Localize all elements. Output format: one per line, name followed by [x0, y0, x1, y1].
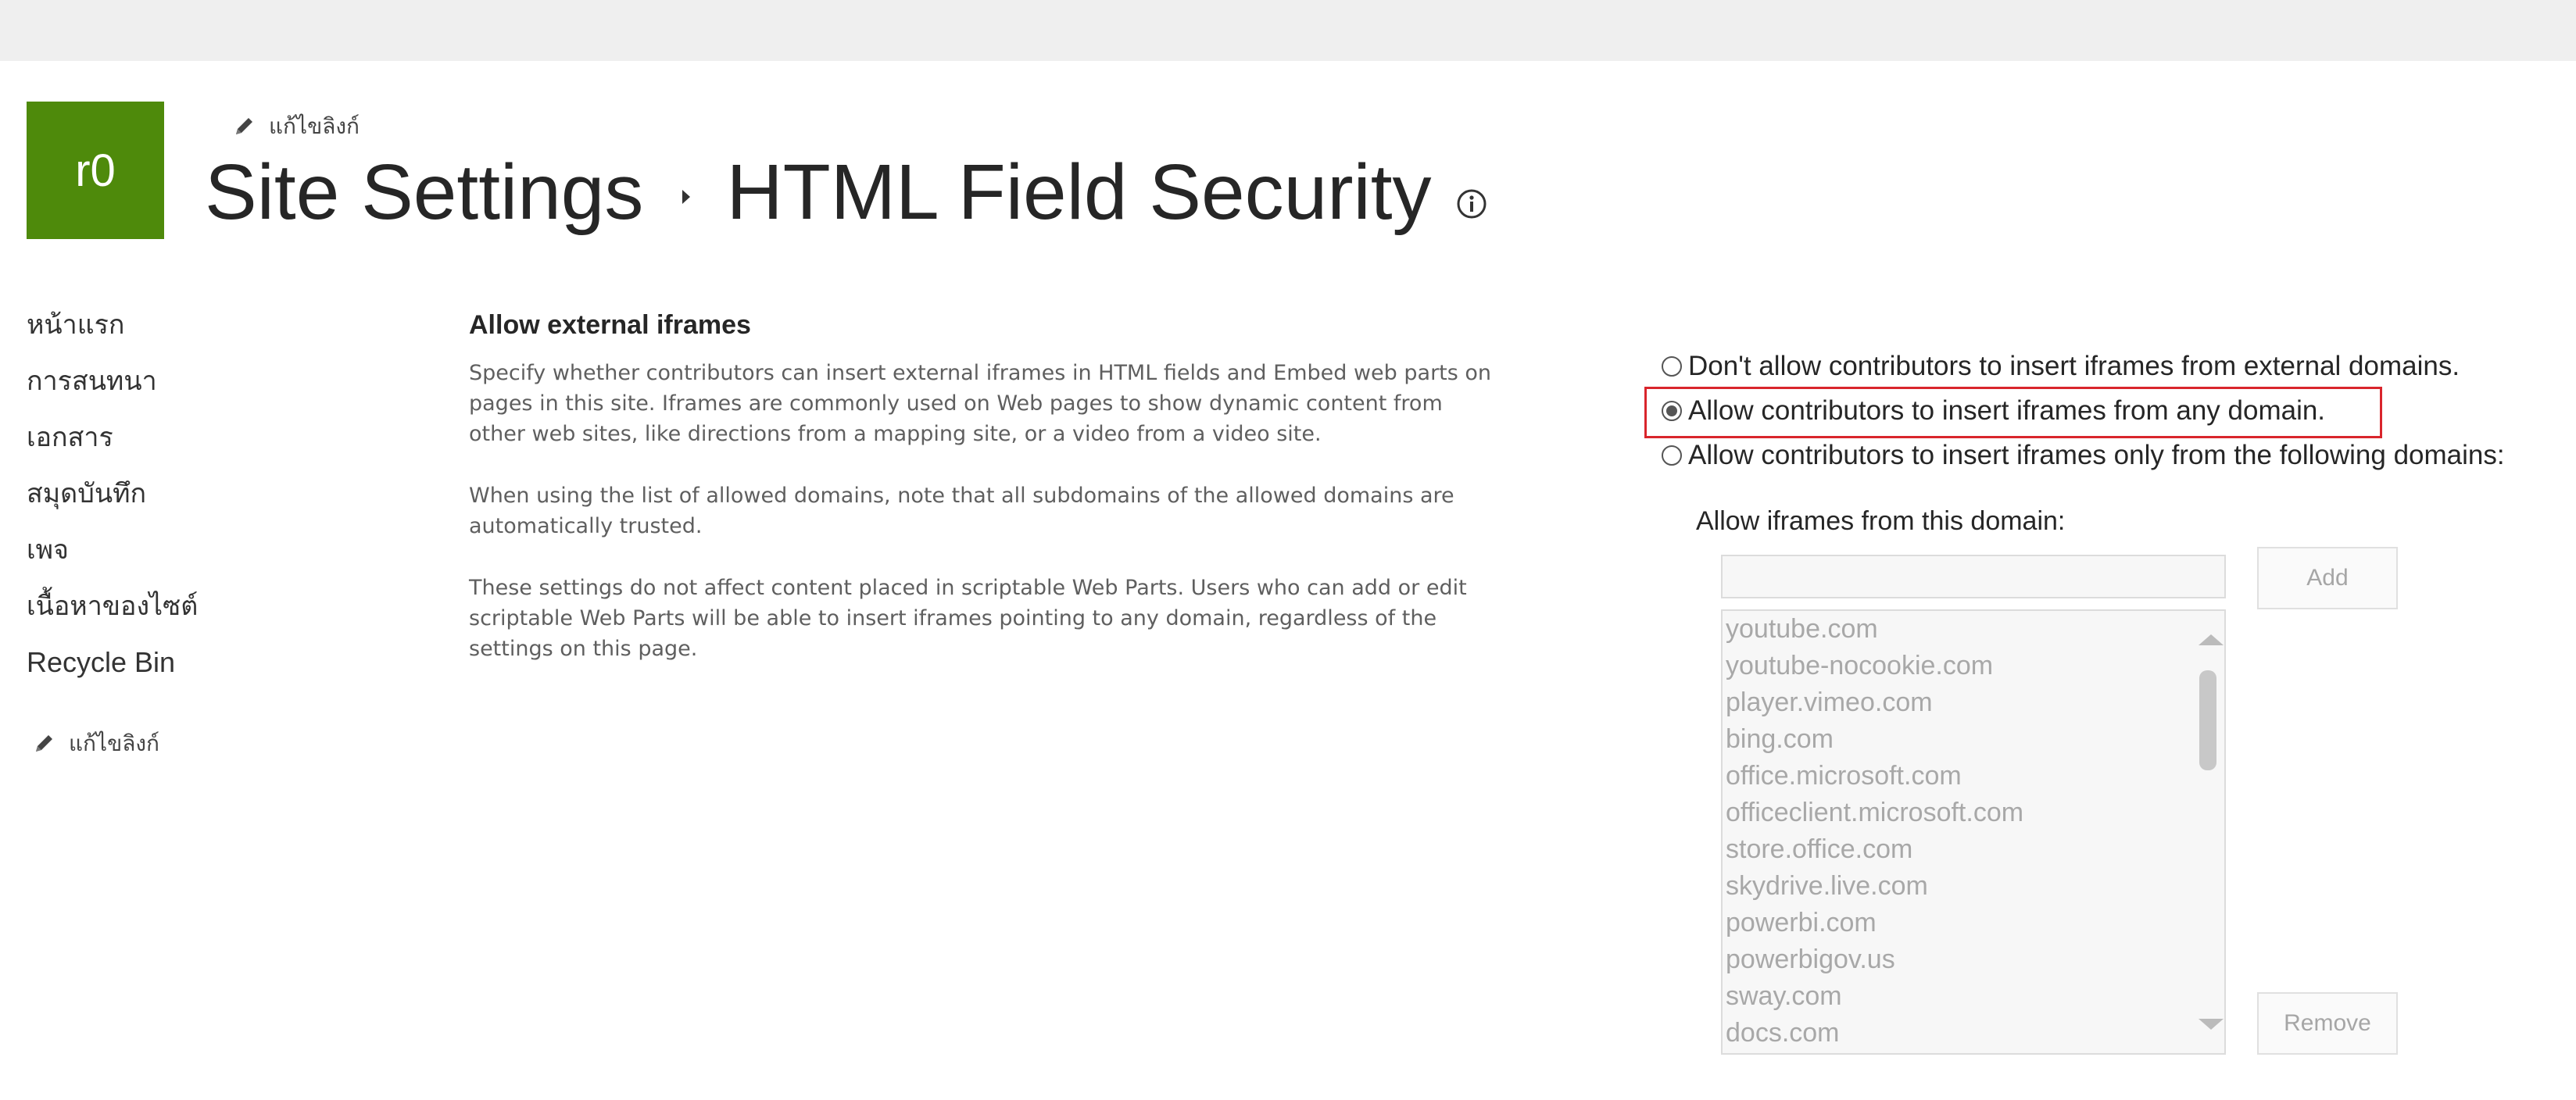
nav-item-notebook[interactable]: สมุดบันทึก — [27, 473, 198, 530]
list-item[interactable]: office.microsoft.com — [1726, 758, 2224, 795]
option-allow-listed-domains[interactable]: Allow contributors to insert iframes onl… — [1662, 433, 2505, 477]
iframe-settings-description: Allow external iframes Specify whether c… — [469, 306, 1501, 695]
site-logo[interactable]: r0 — [27, 102, 164, 239]
breadcrumb-separator-icon — [682, 190, 691, 204]
list-item[interactable]: docs.com — [1726, 1015, 2224, 1052]
option-label: Allow contributors to insert iframes fro… — [1688, 395, 2326, 426]
pencil-icon — [36, 735, 52, 752]
edit-links-label: แก้ไขลิงก์ — [69, 730, 160, 756]
option-disallow-external[interactable]: Don't allow contributors to insert ifram… — [1662, 344, 2505, 388]
domain-listbox[interactable]: youtube.com youtube-nocookie.com player.… — [1721, 609, 2226, 1055]
scrollbar[interactable] — [2190, 611, 2224, 1053]
nav-item-pages[interactable]: เพจ — [27, 530, 198, 586]
pencil-icon — [236, 118, 252, 134]
radio-button-selected[interactable] — [1662, 400, 1682, 421]
edit-links-nav[interactable]: แก้ไขลิงก์ — [31, 727, 159, 761]
iframe-options: Don't allow contributors to insert ifram… — [1662, 344, 2505, 477]
edit-links-label: แก้ไขลิงก์ — [269, 113, 360, 139]
nav-item-site-contents[interactable]: เนื้อหาของไซต์ — [27, 586, 198, 642]
left-navigation: หน้าแรก การสนทนา เอกสาร สมุดบันทึก เพจ เ… — [27, 305, 198, 698]
domain-input[interactable] — [1721, 555, 2226, 598]
radio-button[interactable] — [1662, 445, 1682, 466]
list-item[interactable]: bing.com — [1726, 721, 2224, 758]
list-item[interactable]: youtube-nocookie.com — [1726, 648, 2224, 684]
scroll-down-arrow-icon[interactable] — [2199, 1019, 2224, 1030]
list-item[interactable]: powerbi.com — [1726, 905, 2224, 941]
add-button[interactable]: Add — [2257, 547, 2398, 609]
breadcrumb-parent[interactable]: Site Settings — [205, 145, 643, 239]
remove-button[interactable]: Remove — [2257, 992, 2398, 1055]
option-allow-any-domain[interactable]: Allow contributors to insert iframes fro… — [1662, 388, 2505, 433]
nav-item-documents[interactable]: เอกสาร — [27, 417, 198, 473]
option-label: Allow contributors to insert iframes onl… — [1688, 439, 2505, 470]
radio-button[interactable] — [1662, 355, 1682, 377]
list-item[interactable]: store.office.com — [1726, 831, 2224, 868]
domain-label: Allow iframes from this domain: — [1696, 506, 2066, 536]
list-item[interactable]: sway.com — [1726, 978, 2224, 1015]
list-item[interactable]: skydrive.live.com — [1726, 868, 2224, 905]
option-label: Don't allow contributors to insert ifram… — [1688, 350, 2460, 381]
list-item[interactable]: player.vimeo.com — [1726, 684, 2224, 721]
list-item[interactable]: officeclient.microsoft.com — [1726, 795, 2224, 831]
list-item[interactable]: youtube.com — [1726, 611, 2224, 648]
list-item[interactable]: powerbigov.us — [1726, 941, 2224, 978]
scroll-up-arrow-icon[interactable] — [2199, 634, 2224, 645]
nav-item-recycle-bin[interactable]: Recycle Bin — [27, 642, 198, 698]
section-title: Allow external iframes — [469, 310, 751, 340]
nav-item-conversations[interactable]: การสนทนา — [27, 361, 198, 417]
suite-bar — [0, 0, 2576, 61]
description-paragraph: Specify whether contributors can insert … — [469, 361, 1492, 446]
nav-item-home[interactable]: หน้าแรก — [27, 305, 198, 361]
info-icon[interactable] — [1455, 188, 1488, 220]
description-paragraph: These settings do not affect content pla… — [469, 576, 1467, 661]
scrollbar-thumb[interactable] — [2199, 670, 2216, 770]
description-paragraph: When using the list of allowed domains, … — [469, 484, 1454, 538]
page-title: Site Settings HTML Field Security — [205, 145, 1488, 239]
breadcrumb-current: HTML Field Security — [726, 148, 1432, 236]
edit-links-top[interactable]: แก้ไขลิงก์ — [231, 109, 360, 144]
